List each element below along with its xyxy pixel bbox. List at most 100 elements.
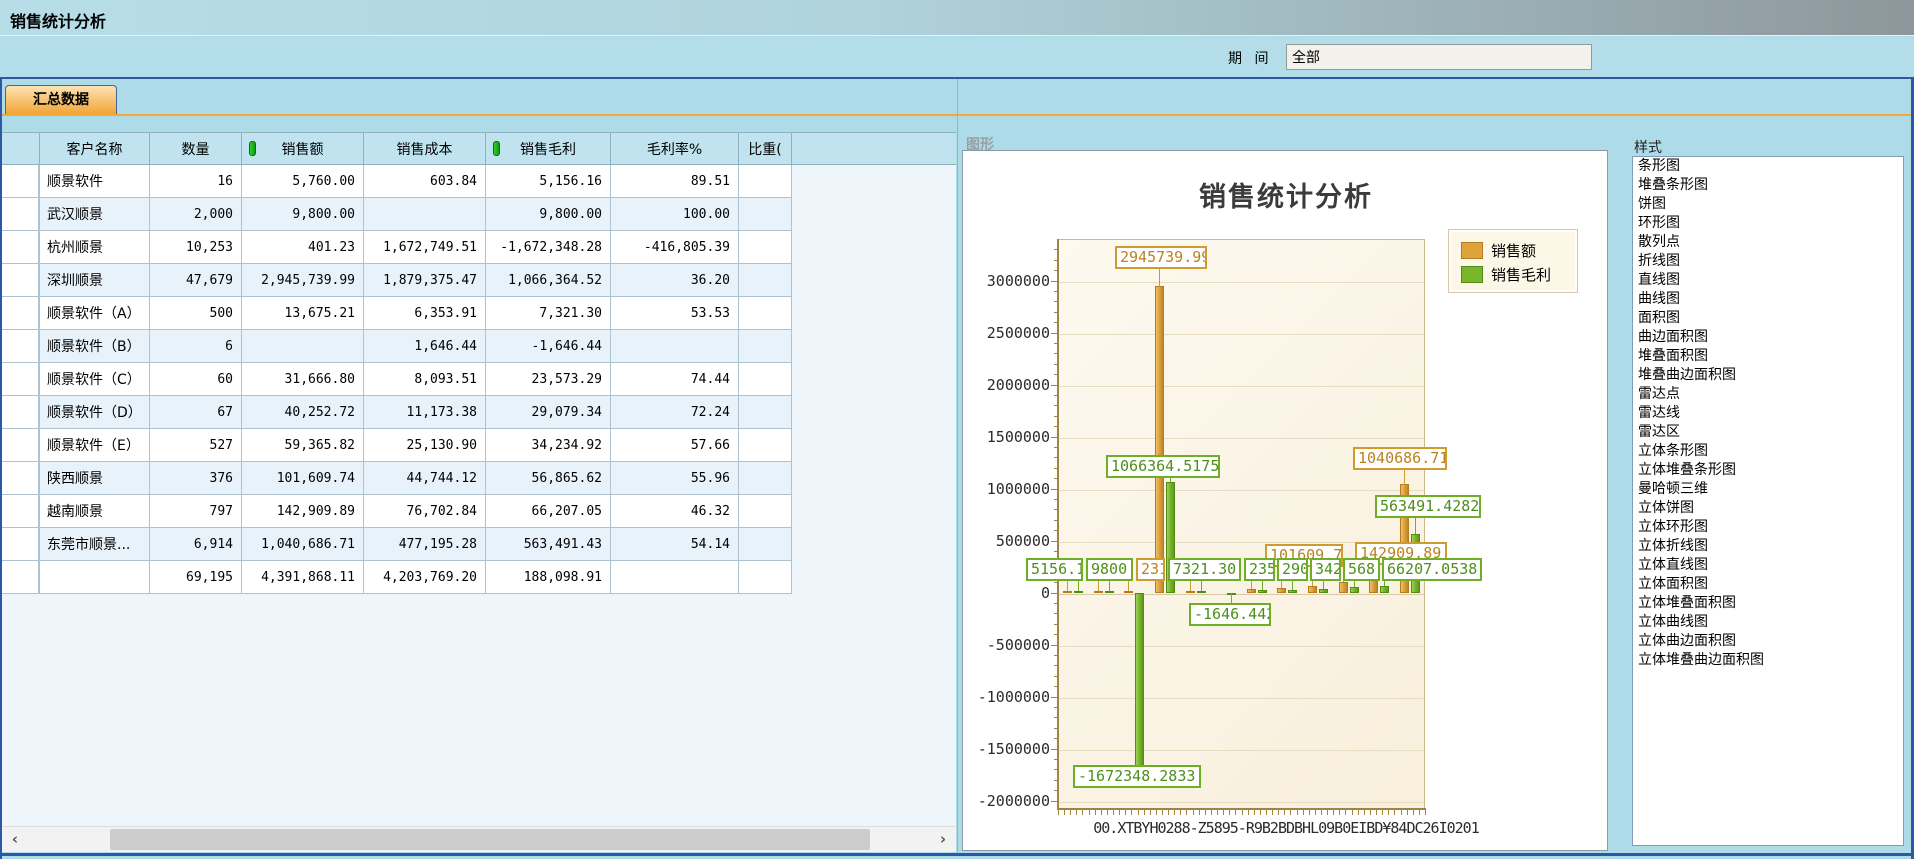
row-selector[interactable] — [2, 198, 40, 231]
style-list-item[interactable]: 立体堆叠条形图 — [1633, 461, 1903, 480]
table-cell[interactable] — [242, 330, 364, 363]
table-cell[interactable]: 杭州顺景 — [40, 231, 150, 264]
style-list-item[interactable]: 立体堆叠面积图 — [1633, 594, 1903, 613]
table-row[interactable]: 深圳顺景47,6792,945,739.991,879,375.471,066,… — [2, 264, 956, 297]
table-cell[interactable]: 66,207.05 — [486, 495, 611, 528]
table-cell[interactable]: 1,066,364.52 — [486, 264, 611, 297]
table-cell[interactable]: 36.20 — [611, 264, 739, 297]
table-cell[interactable] — [739, 198, 792, 231]
table-cell[interactable]: 54.14 — [611, 528, 739, 561]
row-selector-header[interactable] — [2, 132, 40, 165]
table-cell[interactable]: 797 — [150, 495, 242, 528]
table-cell[interactable]: 1,040,686.71 — [242, 528, 364, 561]
scroll-left-button[interactable]: ‹ — [4, 827, 26, 853]
table-cell[interactable]: 11,173.38 — [364, 396, 486, 429]
table-cell[interactable]: 9,800.00 — [242, 198, 364, 231]
row-selector[interactable] — [2, 396, 40, 429]
table-cell[interactable]: 31,666.80 — [242, 363, 364, 396]
table-row[interactable]: 武汉顺景2,0009,800.009,800.00100.00 — [2, 198, 956, 231]
table-row[interactable]: 越南顺景797142,909.8976,702.8466,207.0546.32 — [2, 495, 956, 528]
table-body[interactable]: 顺景软件165,760.00603.845,156.1689.51武汉顺景2,0… — [2, 165, 956, 826]
table-cell[interactable]: 顺景软件（B） — [40, 330, 150, 363]
table-cell[interactable]: 陕西顺景 — [40, 462, 150, 495]
horizontal-scrollbar[interactable]: ‹ › — [2, 826, 956, 852]
column-header-5[interactable]: 销售毛利 — [486, 132, 611, 165]
row-selector[interactable] — [2, 495, 40, 528]
style-list-item[interactable]: 散列点 — [1633, 233, 1903, 252]
table-cell[interactable]: 1,672,749.51 — [364, 231, 486, 264]
scrollbar-thumb[interactable] — [110, 829, 870, 850]
style-list-item[interactable]: 雷达线 — [1633, 404, 1903, 423]
table-header[interactable]: 客户名称数量销售额销售成本销售毛利毛利率%比重( — [2, 132, 956, 165]
style-list-item[interactable]: 立体直线图 — [1633, 556, 1903, 575]
table-cell[interactable] — [739, 363, 792, 396]
table-cell[interactable]: 76,702.84 — [364, 495, 486, 528]
table-total-row[interactable]: 69,1954,391,868.114,203,769.20188,098.91 — [2, 561, 956, 594]
table-cell[interactable]: 500 — [150, 297, 242, 330]
table-cell[interactable]: 2,000 — [150, 198, 242, 231]
table-row[interactable]: 顺景软件165,760.00603.845,156.1689.51 — [2, 165, 956, 198]
table-cell[interactable] — [739, 231, 792, 264]
table-row[interactable]: 顺景软件（E）52759,365.8225,130.9034,234.9257.… — [2, 429, 956, 462]
table-cell[interactable]: 越南顺景 — [40, 495, 150, 528]
row-selector[interactable] — [2, 561, 40, 594]
row-selector[interactable] — [2, 264, 40, 297]
table-row[interactable]: 顺景软件（D）6740,252.7211,173.3829,079.3472.2… — [2, 396, 956, 429]
table-cell[interactable]: 7,321.30 — [486, 297, 611, 330]
table-row[interactable]: 陕西顺景376101,609.7444,744.1256,865.6255.96 — [2, 462, 956, 495]
style-list-item[interactable]: 立体条形图 — [1633, 442, 1903, 461]
style-list-item[interactable]: 立体曲边面积图 — [1633, 632, 1903, 651]
table-cell[interactable]: 603.84 — [364, 165, 486, 198]
table-cell[interactable]: 47,679 — [150, 264, 242, 297]
style-list-item[interactable]: 立体曲线图 — [1633, 613, 1903, 632]
table-cell[interactable]: 74.44 — [611, 363, 739, 396]
column-header-1[interactable]: 客户名称 — [40, 132, 150, 165]
table-cell[interactable]: 2,945,739.99 — [242, 264, 364, 297]
table-cell[interactable]: -1,646.44 — [486, 330, 611, 363]
table-cell[interactable]: 188,098.91 — [486, 561, 611, 594]
style-list-item[interactable]: 饼图 — [1633, 195, 1903, 214]
style-list-item[interactable]: 堆叠曲边面积图 — [1633, 366, 1903, 385]
table-cell[interactable] — [40, 561, 150, 594]
table-cell[interactable] — [739, 165, 792, 198]
style-list-item[interactable]: 直线图 — [1633, 271, 1903, 290]
table-cell[interactable]: 6 — [150, 330, 242, 363]
table-cell[interactable]: 顺景软件（A） — [40, 297, 150, 330]
table-cell[interactable]: 深圳顺景 — [40, 264, 150, 297]
table-cell[interactable]: 23,573.29 — [486, 363, 611, 396]
scroll-right-button[interactable]: › — [932, 827, 954, 853]
table-cell[interactable]: 60 — [150, 363, 242, 396]
style-list-item[interactable]: 条形图 — [1633, 157, 1903, 176]
style-list-item[interactable]: 面积图 — [1633, 309, 1903, 328]
table-cell[interactable] — [611, 330, 739, 363]
table-cell[interactable]: 顺景软件（E） — [40, 429, 150, 462]
table-cell[interactable]: 89.51 — [611, 165, 739, 198]
style-list-item[interactable]: 立体饼图 — [1633, 499, 1903, 518]
row-selector[interactable] — [2, 297, 40, 330]
table-cell[interactable]: 67 — [150, 396, 242, 429]
style-list-item[interactable]: 堆叠面积图 — [1633, 347, 1903, 366]
table-cell[interactable]: 顺景软件（C） — [40, 363, 150, 396]
table-cell[interactable]: 401.23 — [242, 231, 364, 264]
table-cell[interactable]: 46.32 — [611, 495, 739, 528]
table-cell[interactable] — [364, 198, 486, 231]
table-cell[interactable] — [739, 561, 792, 594]
table-cell[interactable]: 10,253 — [150, 231, 242, 264]
column-header-3[interactable]: 销售额 — [242, 132, 364, 165]
table-cell[interactable]: -416,805.39 — [611, 231, 739, 264]
table-cell[interactable] — [739, 495, 792, 528]
column-header-4[interactable]: 销售成本 — [364, 132, 486, 165]
table-cell[interactable]: 1,646.44 — [364, 330, 486, 363]
table-cell[interactable] — [739, 264, 792, 297]
row-selector[interactable] — [2, 462, 40, 495]
table-cell[interactable]: 72.24 — [611, 396, 739, 429]
table-cell[interactable]: 59,365.82 — [242, 429, 364, 462]
table-cell[interactable] — [611, 561, 739, 594]
column-header-6[interactable]: 毛利率% — [611, 132, 739, 165]
table-row[interactable]: 顺景软件（A）50013,675.216,353.917,321.3053.53 — [2, 297, 956, 330]
table-cell[interactable]: 29,079.34 — [486, 396, 611, 429]
table-cell[interactable]: 34,234.92 — [486, 429, 611, 462]
style-list-item[interactable]: 曲边面积图 — [1633, 328, 1903, 347]
table-row[interactable]: 顺景软件（B）6 1,646.44-1,646.44 — [2, 330, 956, 363]
table-cell[interactable]: 25,130.90 — [364, 429, 486, 462]
